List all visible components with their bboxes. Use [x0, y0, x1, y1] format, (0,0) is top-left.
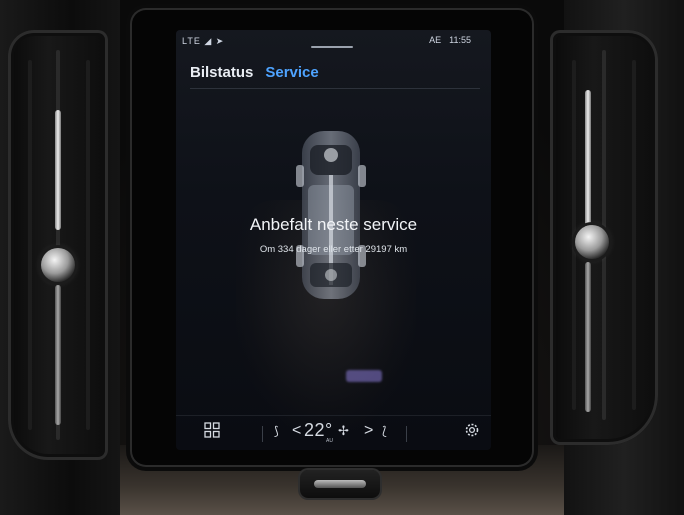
bar-separator — [406, 426, 407, 442]
temp-unit-indicator: AE — [429, 35, 442, 45]
pull-down-handle[interactable] — [311, 46, 353, 48]
seat-heat-left-icon[interactable]: ⟆ — [274, 424, 279, 438]
clock: 11:55 — [449, 35, 471, 45]
left-air-vent — [8, 30, 108, 460]
temp-down-button[interactable]: < — [292, 422, 301, 440]
seat-heat-right-icon[interactable]: ⟅ — [382, 424, 387, 438]
tab-service[interactable]: Service — [265, 64, 318, 81]
right-air-vent — [550, 30, 658, 445]
gear-icon[interactable] — [464, 422, 480, 441]
fan-icon[interactable]: ✢ — [338, 423, 349, 439]
signal-indicators: LTE ◢ ➤ — [182, 36, 225, 46]
right-vent-knob[interactable] — [575, 225, 609, 259]
temp-up-button[interactable]: > — [364, 422, 373, 440]
auto-label: AU — [326, 438, 333, 444]
app-grid-icon[interactable] — [204, 422, 220, 441]
infotainment-screen: LTE ◢ ➤ AE 11:55 Bilstatus Service Anbef… — [176, 30, 491, 450]
bar-separator — [262, 426, 263, 442]
tab-bar: Bilstatus Service — [190, 64, 319, 81]
hazard-button[interactable] — [300, 470, 380, 498]
climate-bar: ⟆ < 22° ✢ AU > ⟅ — [176, 415, 491, 450]
screen-reflection-highlight — [346, 370, 382, 382]
left-vent-knob[interactable] — [41, 248, 75, 282]
service-title: Anbefalt neste service — [249, 215, 418, 234]
left-vent-knob-rod[interactable] — [55, 110, 61, 230]
service-subtitle: Om 334 dager eller etter 29197 km — [259, 244, 408, 255]
status-bar: LTE ◢ ➤ AE 11:55 — [176, 30, 491, 50]
tab-bilstatus[interactable]: Bilstatus — [190, 64, 253, 81]
tab-divider — [190, 88, 480, 89]
